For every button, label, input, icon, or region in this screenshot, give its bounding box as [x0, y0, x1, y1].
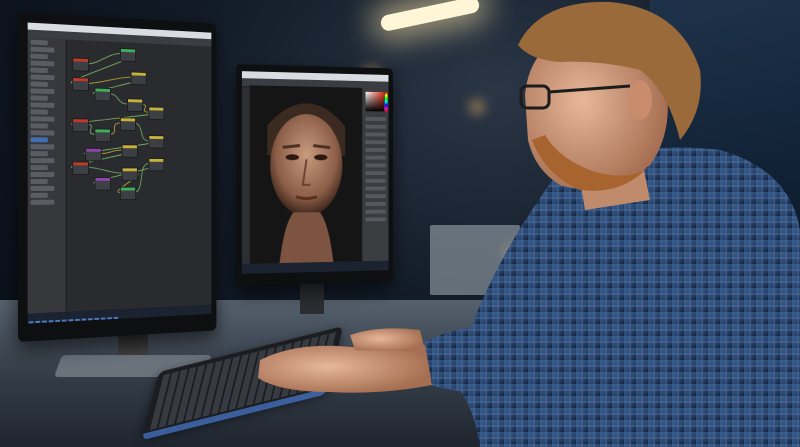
hand-left — [258, 345, 432, 393]
ear — [628, 80, 652, 120]
shirt-sleeve — [420, 327, 540, 392]
person-at-desk — [258, 1, 800, 447]
photo-scene — [0, 0, 800, 447]
hand-right — [350, 328, 425, 351]
